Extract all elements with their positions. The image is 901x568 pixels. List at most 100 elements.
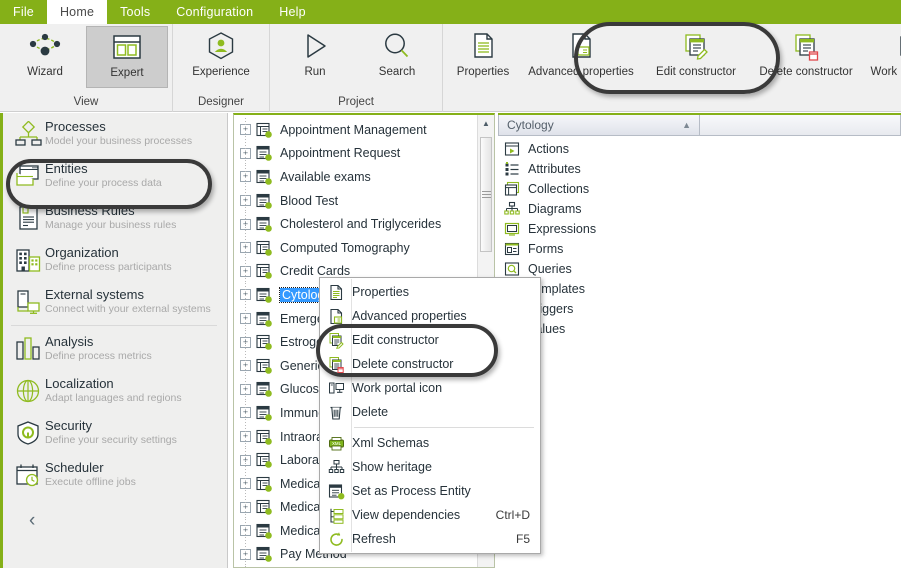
context-menu-item-show-heritage[interactable]: Show heritage xyxy=(320,455,540,479)
ribbon-button-properties[interactable]: Properties xyxy=(447,26,519,88)
sidebar-item-external-systems[interactable]: External systems Connect with your exter… xyxy=(3,281,227,323)
delete-trash-icon xyxy=(320,404,352,421)
sidebar-item-processes-subtitle: Model your business processes xyxy=(45,135,193,147)
ribbon-button-delete-constructor[interactable]: Delete constructor xyxy=(749,26,863,88)
sidebar-item-security-title: Security xyxy=(45,418,92,433)
menu-item-home[interactable]: Home xyxy=(46,0,108,24)
context-menu-item-label: Set as Process Entity xyxy=(352,484,471,498)
context-menu-item-set-as-process-entity[interactable]: Set as Process Entity xyxy=(320,479,540,503)
table-row[interactable]: + Appointment Request xyxy=(234,141,474,166)
context-menu-item-refresh[interactable]: Refresh F5 xyxy=(320,527,540,551)
sidebar-item-business-rules[interactable]: Business Rules Manage your business rule… xyxy=(3,197,227,239)
collections-icon xyxy=(502,181,522,197)
sidebar-item-localization[interactable]: Localization Adapt languages and regions xyxy=(3,370,227,412)
sidebar-item-processes-text: Processes Model your business processes xyxy=(45,118,192,148)
menu-item-help[interactable]: Help xyxy=(266,0,319,24)
tree-row-label: Cholesterol and Triglycerides xyxy=(280,217,442,232)
list-item-label: Expressions xyxy=(528,222,597,236)
properties-document-icon xyxy=(320,284,352,301)
table-row[interactable]: + Blood Test xyxy=(234,188,474,213)
sidebar-item-scheduler[interactable]: Scheduler Execute offline jobs xyxy=(3,454,227,496)
sidebar-item-analysis[interactable]: Analysis Define process metrics xyxy=(3,328,227,370)
sidebar-item-localization-subtitle: Adapt languages and regions xyxy=(45,392,182,404)
entity-group-icon xyxy=(256,499,274,516)
context-menu-item-xml-schemas[interactable]: XML Xml Schemas xyxy=(320,431,540,455)
forms-icon xyxy=(502,241,522,257)
ribbon-toolbar: Wizard Expert View Experience Designer R… xyxy=(0,24,901,112)
tab-cytology[interactable]: Cytology ▲ xyxy=(498,115,700,136)
expert-layout-icon xyxy=(110,27,144,67)
expressions-icon xyxy=(502,221,522,237)
scrollbar-grip-icon xyxy=(481,191,491,198)
ribbon-button-edit-constructor[interactable]: Edit constructor xyxy=(643,26,749,88)
sidebar-item-business-rules-title: Business Rules xyxy=(45,203,135,218)
sidebar-item-organization-text: Organization Define process participants xyxy=(45,244,172,274)
menu-item-file[interactable]: File xyxy=(0,0,47,24)
sidebar-item-entities[interactable]: Entities Define your process data xyxy=(3,155,227,197)
sidebar-item-processes-title: Processes xyxy=(45,119,106,134)
business-rules-icon xyxy=(11,202,45,234)
edit-constructor-icon xyxy=(320,332,352,349)
ribbon-button-search[interactable]: Search xyxy=(356,26,438,88)
context-menu-item-advanced-properties[interactable]: Advanced properties xyxy=(320,304,540,328)
list-item[interactable]: Templates xyxy=(502,279,901,299)
sidebar-item-scheduler-text: Scheduler Execute offline jobs xyxy=(45,459,136,489)
advanced-properties-icon xyxy=(320,308,352,325)
list-item[interactable]: Attributes xyxy=(502,159,901,179)
menu-bar: File Home Tools Configuration Help xyxy=(0,0,901,24)
context-menu-item-label: Xml Schemas xyxy=(352,436,430,450)
list-item[interactable]: Actions xyxy=(502,139,901,159)
list-item[interactable]: Expressions xyxy=(502,219,901,239)
list-item-label: Attributes xyxy=(528,162,581,176)
sidebar-item-organization[interactable]: Organization Define process participants xyxy=(3,239,227,281)
ribbon-button-run[interactable]: Run xyxy=(274,26,356,88)
table-row[interactable]: + Appointment Management xyxy=(234,118,474,142)
tab-cytology-label: Cytology xyxy=(507,118,554,132)
list-item[interactable]: Queries xyxy=(502,259,901,279)
ribbon-button-wizard[interactable]: Wizard xyxy=(4,26,86,88)
context-menu-item-delete[interactable]: Delete xyxy=(320,400,540,424)
experience-person-icon xyxy=(204,26,238,66)
menu-item-tools[interactable]: Tools xyxy=(107,0,163,24)
list-item[interactable]: Triggers xyxy=(502,299,901,319)
list-item[interactable]: Diagrams xyxy=(502,199,901,219)
table-row[interactable]: + Cholesterol and Triglycerides xyxy=(234,212,474,236)
entity-icon xyxy=(256,405,274,421)
menu-item-configuration[interactable]: Configuration xyxy=(163,0,266,24)
entity-group-icon xyxy=(256,358,274,374)
table-row[interactable]: + Available exams xyxy=(234,165,474,189)
ribbon-button-work-portal-icon[interactable]: Work portal icon xyxy=(863,26,901,88)
ribbon-group-view-title: View xyxy=(73,96,99,108)
context-menu-item-label: Advanced properties xyxy=(352,309,467,323)
ribbon-button-experience[interactable]: Experience xyxy=(177,26,265,88)
properties-document-icon xyxy=(468,26,498,66)
sidebar-item-security[interactable]: Security Define your security settings xyxy=(3,412,227,454)
ribbon-button-advanced-properties[interactable]: Advanced properties xyxy=(519,26,643,88)
list-item[interactable]: Collections xyxy=(502,179,901,199)
list-item[interactable]: Values xyxy=(502,319,901,339)
list-item-label: Queries xyxy=(528,262,572,276)
scroll-up-arrow-icon[interactable]: ▲ xyxy=(478,115,494,132)
context-menu-item-delete-constructor[interactable]: Delete constructor xyxy=(320,352,540,376)
context-menu-item-properties[interactable]: Properties xyxy=(320,280,540,304)
sidebar-item-processes[interactable]: Processes Model your business processes xyxy=(3,113,227,155)
context-menu-item-label: Properties xyxy=(352,285,409,299)
sidebar-item-external-systems-text: External systems Connect with your exter… xyxy=(45,286,211,316)
table-row[interactable]: + Computed Tomography xyxy=(234,235,474,260)
work-portal-icon xyxy=(320,380,352,397)
list-item-label: Actions xyxy=(528,142,569,156)
ribbon-button-expert[interactable]: Expert xyxy=(86,26,168,88)
chevron-up-icon[interactable]: ▲ xyxy=(682,120,691,130)
context-menu-item-view-dependencies[interactable]: View dependencies Ctrl+D xyxy=(320,503,540,527)
list-item[interactable]: Forms xyxy=(502,239,901,259)
scrollbar-thumb[interactable] xyxy=(480,137,492,252)
sidebar-item-entities-title: Entities xyxy=(45,161,88,176)
sidebar-collapse-button[interactable]: ‹ xyxy=(3,496,227,532)
context-menu-item-edit-constructor[interactable]: Edit constructor xyxy=(320,328,540,352)
ribbon-group-view: Wizard Expert View xyxy=(0,24,172,112)
context-menu-item-work-portal-icon[interactable]: Work portal icon xyxy=(320,376,540,400)
refresh-icon xyxy=(320,531,352,548)
context-menu-item-label: View dependencies xyxy=(352,508,461,522)
ribbon-group-project: Run Search Project xyxy=(269,24,442,112)
entity-icon xyxy=(256,193,274,209)
